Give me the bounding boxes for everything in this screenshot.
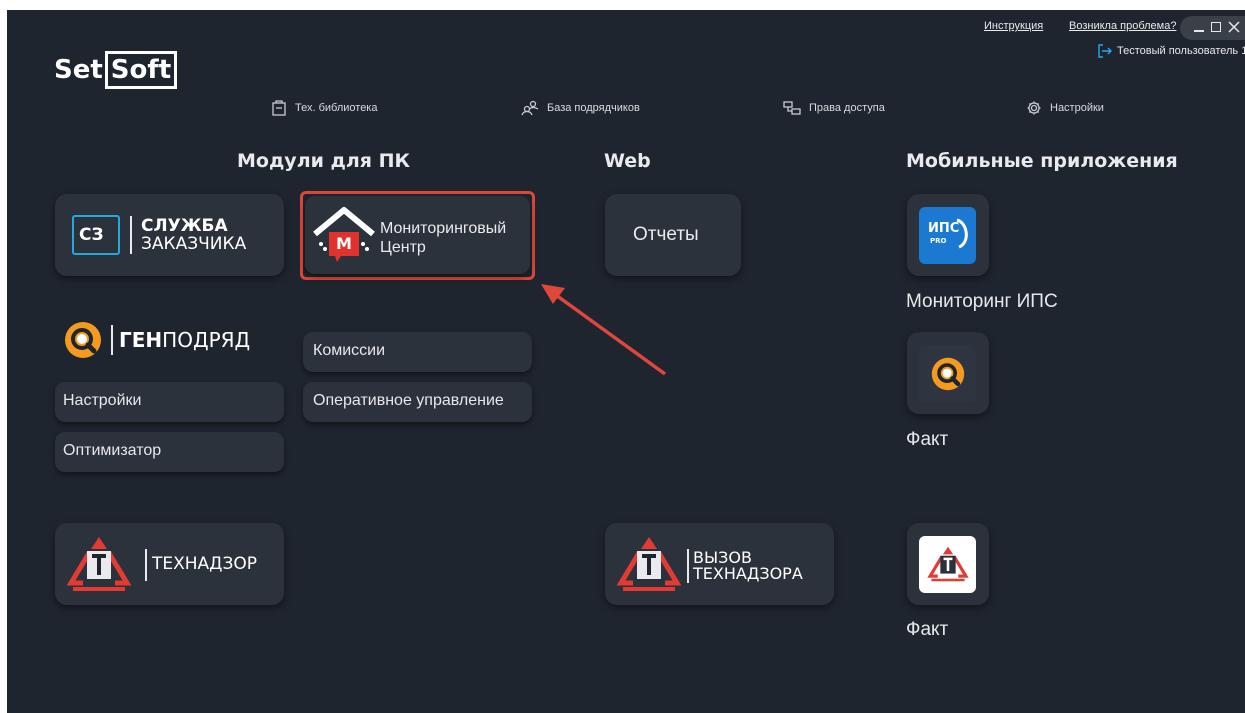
technadzor-module[interactable]: Т ТЕХНАДЗОР — [55, 523, 284, 605]
operational-management-button[interactable]: Оперативное управление — [303, 382, 532, 422]
access-rights-icon — [783, 101, 801, 115]
problem-link[interactable]: Возникла проблема? — [1069, 20, 1176, 32]
ips-arc-icon — [956, 218, 968, 249]
genpodryad-optimizer-button[interactable]: Оптимизатор — [55, 432, 284, 472]
heading-web: Web — [604, 150, 651, 172]
nav-tech-library[interactable]: Тех. библиотека — [271, 100, 377, 116]
monitoring-text: Мониторинговый Центр — [380, 219, 506, 257]
genpodryad-magnifier-icon — [65, 322, 101, 358]
user-name: Тестовый пользователь 1 — [1117, 45, 1245, 57]
mobile-ips-app[interactable]: ИПС PRO — [907, 194, 989, 276]
user-panel[interactable]: Тестовый пользователь 1 — [1097, 44, 1245, 58]
nav-access-rights[interactable]: Права доступа — [783, 100, 885, 116]
technadzor-divider — [145, 549, 147, 581]
nav-label: Настройки — [1050, 102, 1104, 114]
fact-technadzor-icon-bg: Т — [919, 536, 976, 593]
monitoring-center-module[interactable]: M Мониторинговый Центр — [305, 196, 530, 274]
technadzor-logo-icon — [66, 537, 132, 591]
maximize-icon[interactable] — [1211, 22, 1221, 32]
call-technadzor-text: ВЫЗОВ ТЕХНАДЗОРА — [693, 550, 803, 582]
logo-text-set: Set — [54, 55, 103, 85]
monitoring-line1: Мониторинговый — [380, 220, 507, 237]
sz-line1: СЛУЖБА — [141, 216, 228, 236]
setisoft-logo: Set Soft — [54, 50, 178, 90]
annotation-arrow-icon — [541, 284, 667, 376]
monitoring-line2: Центр — [380, 239, 426, 256]
nav-label: База подрядчиков — [547, 102, 640, 114]
sz-text: СЛУЖБА ЗАКАЗЧИКА — [141, 217, 246, 253]
mobile-ips-caption: Мониторинг ИПС — [906, 291, 1058, 312]
contractors-icon — [521, 100, 539, 116]
heading-pc-modules: Модули для ПК — [237, 150, 411, 172]
genpodryad-logo: ГЕН ПОДРЯД — [63, 318, 250, 362]
genpodryad-text-rest: ПОДРЯД — [162, 328, 251, 352]
reports-module[interactable]: Отчеты — [605, 194, 741, 276]
fact-technadzor-logo-icon — [927, 546, 969, 582]
nav-settings[interactable]: Настройки — [1026, 100, 1104, 116]
call-technadzor-logo-icon — [616, 537, 682, 591]
sz-logo-icon: СЗ — [72, 215, 120, 255]
technadzor-label: ТЕХНАДЗОР — [152, 554, 257, 574]
heading-mobile: Мобильные приложения — [906, 150, 1178, 172]
call-technadzor-line2: ТЕХНАДЗОРА — [693, 564, 803, 583]
sz-divider — [130, 216, 132, 254]
genpodryad-divider — [111, 325, 113, 355]
logout-icon[interactable] — [1097, 44, 1113, 58]
nav-label: Тех. библиотека — [295, 102, 378, 114]
app-window: Set Soft Инструкция Возникла проблема? Т… — [7, 10, 1245, 713]
close-icon[interactable] — [1228, 21, 1240, 33]
fact-magnifier-icon — [931, 357, 965, 391]
monitoring-badge-text: M — [336, 234, 352, 253]
commissions-button[interactable]: Комиссии — [303, 332, 532, 372]
mobile-fact-genpodryad-app[interactable] — [907, 332, 989, 414]
mobile-fact-caption-2: Факт — [906, 619, 949, 640]
sz-line2: ЗАКАЗЧИКА — [141, 234, 247, 254]
mobile-fact-caption-1: Факт — [906, 429, 949, 450]
customer-service-module[interactable]: СЗ СЛУЖБА ЗАКАЗЧИКА — [55, 194, 284, 276]
nav-contractors[interactable]: База подрядчиков — [521, 100, 640, 116]
minimize-icon[interactable] — [1194, 30, 1204, 32]
sz-badge-text: СЗ — [79, 225, 104, 245]
reports-label: Отчеты — [633, 224, 699, 245]
ips-icon-subtext: PRO — [930, 237, 947, 245]
call-technadzor-module[interactable]: Т ВЫЗОВ ТЕХНАДЗОРА — [605, 523, 834, 605]
logo-text-soft: Soft — [104, 51, 178, 89]
nav-label: Права доступа — [809, 102, 885, 114]
window-controls — [1180, 16, 1245, 40]
call-technadzor-divider — [687, 549, 689, 583]
settings-gear-icon — [1027, 101, 1041, 115]
ips-pro-icon: ИПС PRO — [919, 207, 976, 264]
mobile-fact-technadzor-app[interactable]: Т — [907, 523, 989, 605]
genpodryad-text-bold: ГЕН — [119, 328, 163, 352]
genpodryad-settings-button[interactable]: Настройки — [55, 382, 284, 422]
instruction-link[interactable]: Инструкция — [984, 20, 1043, 32]
fact-genpodryad-icon-bg — [919, 345, 976, 402]
library-icon — [272, 100, 286, 116]
